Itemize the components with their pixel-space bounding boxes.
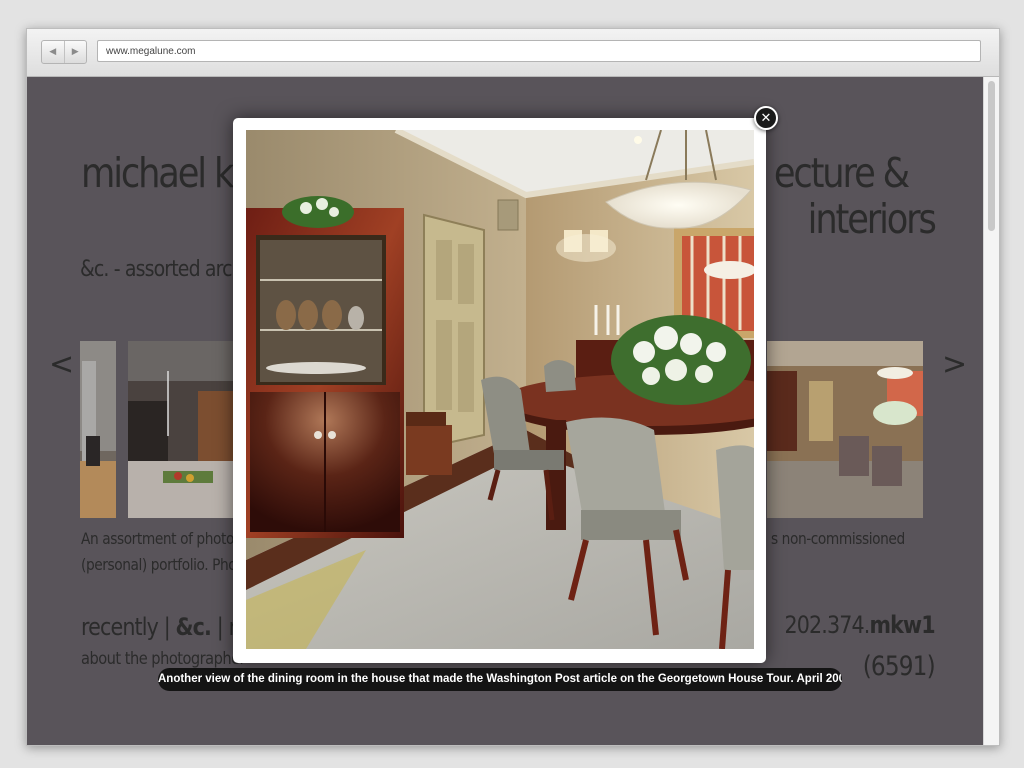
site-title-right-line2: interiors — [807, 195, 937, 243]
section-subtitle: &c. - assorted arch — [80, 257, 244, 282]
dining-room-photo — [246, 130, 754, 649]
gallery-next-arrow[interactable]: > — [942, 347, 967, 382]
thumbnail-4[interactable] — [767, 341, 923, 518]
thumbnail-1[interactable] — [80, 341, 116, 518]
site-nav: recently | &c. | no — [81, 613, 253, 641]
counter-prefix: 202.374. — [784, 611, 871, 639]
forward-arrow-icon[interactable]: ▶ — [63, 41, 87, 63]
about-link[interactable]: about the photographer — [81, 649, 246, 669]
back-arrow-icon[interactable]: ◀ — [42, 41, 64, 63]
browser-toolbar: ◀ ▶ www.megalune.com — [27, 29, 999, 77]
vertical-scrollbar[interactable] — [983, 77, 999, 745]
close-x-icon[interactable]: ✕ — [754, 106, 778, 130]
description-line-2: (personal) portfolio. Photog — [81, 555, 258, 574]
description-right: s non-commissioned — [771, 529, 905, 548]
gallery-prev-arrow[interactable]: < — [49, 347, 74, 382]
history-buttons: ◀ ▶ — [41, 40, 87, 64]
lightbox-caption: Another view of the dining room in the h… — [158, 668, 842, 691]
nav-separator: | — [163, 613, 171, 641]
address-bar[interactable]: www.megalune.com — [97, 40, 981, 62]
site-title-right-line1: ecture & — [773, 149, 910, 197]
lightbox-frame — [233, 118, 766, 663]
description-line-1: An assortment of photogra — [81, 529, 256, 548]
counter-suffix: mkw1 — [869, 611, 936, 639]
scrollbar-thumb[interactable] — [988, 81, 995, 231]
nav-separator: | — [216, 613, 224, 641]
phone-counter: 202.374.mkw1 — [784, 611, 936, 639]
thumbnail-2[interactable] — [128, 341, 234, 518]
nav-link-etc[interactable]: &c. — [176, 613, 212, 641]
visit-count: (6591) — [862, 651, 936, 682]
nav-link-recently[interactable]: recently — [81, 613, 159, 641]
site-title-left: michael k — [81, 149, 234, 197]
